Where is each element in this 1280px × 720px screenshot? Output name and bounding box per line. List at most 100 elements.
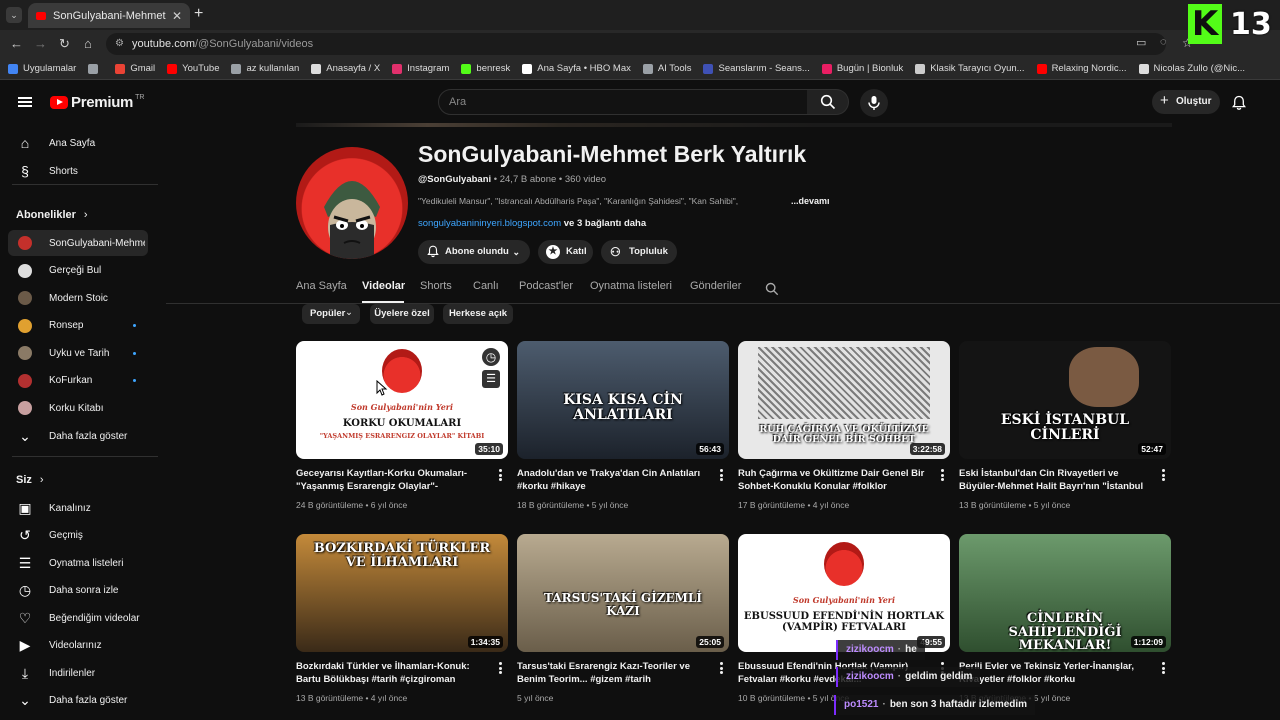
more-actions-icon[interactable]	[720, 662, 723, 674]
video-title[interactable]: Ruh Çağırma ve Okültizme Dair Genel Bir …	[738, 467, 928, 494]
channel-link-url[interactable]: songulyabanininyeri.blogspot.com	[418, 218, 561, 229]
video-thumbnail[interactable]: BOZKIRDAKİ TÜRKLER VE İLHAMLARI 1:34:35	[296, 534, 508, 652]
video-thumbnail[interactable]: RUH ÇAĞIRMA VE OKÜLTİZME DAİR GENEL BİR …	[738, 341, 950, 459]
video-title[interactable]: Anadolu'dan ve Trakya'dan Cin Anlatıları…	[517, 467, 707, 493]
bookmark-item[interactable]: YouTube	[167, 63, 219, 74]
more-actions-icon[interactable]	[720, 469, 723, 481]
sidebar-item[interactable]: ↺ Geçmiş	[8, 523, 148, 549]
url-input[interactable]: ⚙ youtube.com/@SonGulyabani/videos	[106, 33, 1166, 55]
video-card[interactable]: KISA KISA CİN ANLATILARI 56:43 Anadolu'dan…	[517, 341, 729, 510]
sidebar-item[interactable]: KoFurkan	[8, 368, 148, 394]
video-title[interactable]: Perili Evler ve Tekinsiz Yerler-İnanışla…	[959, 660, 1149, 686]
bookmark-item[interactable]: Instagram	[392, 63, 449, 74]
watch-later-hover-icon[interactable]: ◷	[482, 348, 500, 366]
reload-icon[interactable]: ↻	[59, 36, 70, 52]
more-actions-icon[interactable]	[941, 469, 944, 481]
cast-icon[interactable]: ▭	[1136, 36, 1146, 49]
site-info-icon[interactable]: ⚙	[115, 33, 124, 55]
close-tab-icon[interactable]: ✕	[172, 9, 182, 23]
join-button[interactable]: ★ Katıl	[538, 240, 593, 264]
you-heading[interactable]: Siz ›	[16, 474, 44, 486]
bookmark-item[interactable]: Nicolas Zullo (@Nic...	[1138, 63, 1245, 74]
search-input[interactable]: Ara	[438, 89, 808, 115]
video-card[interactable]: CİNLERİN SAHİPLENDİĞİ MEKANLAR! 1:12:09 Pe…	[959, 534, 1171, 703]
more-actions-icon[interactable]	[499, 469, 502, 481]
channel-tab[interactable]: Oynatma listeleri	[590, 280, 672, 292]
video-card[interactable]: Son Gulyabani'nin Yeri EBUSSUUD EFENDİ'Nİ…	[738, 534, 950, 703]
video-card[interactable]: RUH ÇAĞIRMA VE OKÜLTİZME DAİR GENEL BİR …	[738, 341, 950, 510]
sidebar-item[interactable]: Modern Stoic	[8, 285, 148, 311]
filter-chip[interactable]: Üyelere özel	[370, 304, 434, 324]
video-title[interactable]: Geceyarısı Kayıtları-Korku Okumaları-"Ya…	[296, 467, 486, 494]
sidebar-item[interactable]: ☰ Oynatma listeleri	[8, 550, 148, 576]
home-browser-icon[interactable]: ⌂	[84, 36, 92, 51]
channel-link-more[interactable]: ve 3 bağlantı daha	[561, 218, 646, 229]
channel-tab[interactable]: Podcast'ler	[519, 280, 573, 292]
sidebar-item[interactable]: ♡ Beğendiğim videolar	[8, 605, 148, 631]
bookmark-item[interactable]: Gmail	[115, 63, 155, 74]
search-button[interactable]	[807, 89, 849, 115]
filter-chip[interactable]: Herkese açık	[443, 304, 513, 324]
sidebar-item[interactable]: ▣ Kanalınız	[8, 495, 148, 521]
description-more-link[interactable]: ...devamı	[791, 196, 830, 206]
channel-tab[interactable]: Shorts	[420, 280, 452, 292]
video-thumbnail[interactable]: Son Gulyabani'nin Yeri KORKU OKUMALARI "YA…	[296, 341, 508, 459]
youtube-premium-logo[interactable]: Premium TR	[50, 94, 144, 111]
video-thumbnail[interactable]: CİNLERİN SAHİPLENDİĞİ MEKANLAR! 1:12:09	[959, 534, 1171, 652]
bookmark-item[interactable]: benresk	[461, 63, 510, 74]
bookmark-item[interactable]: Bugün | Bionluk	[821, 63, 903, 74]
bookmark-item[interactable]: AI Tools	[642, 63, 691, 74]
video-thumbnail[interactable]: KISA KISA CİN ANLATILARI 56:43	[517, 341, 729, 459]
video-title[interactable]: Bozkırdaki Türkler ve İlhamları-Konuk: B…	[296, 660, 486, 686]
bookmark-item[interactable]	[88, 63, 103, 74]
sidebar-item[interactable]: ⌄ Daha fazla göster	[8, 423, 148, 449]
more-actions-icon[interactable]	[1162, 469, 1165, 481]
voice-search-button[interactable]	[860, 89, 888, 117]
video-card[interactable]: ESKİ İSTANBUL CİNLERİ 52:47 Eski İstanbul'…	[959, 341, 1171, 510]
subscriptions-heading[interactable]: Abonelikler ›	[16, 209, 88, 221]
video-thumbnail[interactable]: Son Gulyabani'nin Yeri EBUSSUUD EFENDİ'Nİ…	[738, 534, 950, 652]
sidebar-item[interactable]: SonGulyabani-Mehmet...	[8, 230, 148, 256]
sidebar-item[interactable]: Gerçeği Bul	[8, 258, 148, 284]
video-card[interactable]: TARSUS'TAKİ GİZEMLİ KAZI 25:05 Tarsus'taki…	[517, 534, 729, 703]
browser-tab-active[interactable]: SonGulyabani-Mehmet Berk Yal ✕	[28, 3, 190, 28]
sidebar-item[interactable]: ◷ Daha sonra izle	[8, 578, 148, 604]
sidebar-item[interactable]: ⌂ Ana Sayfa	[8, 130, 148, 156]
video-title[interactable]: Eski İstanbul'dan Cin Rivayetleri ve Büy…	[959, 467, 1149, 494]
video-thumbnail[interactable]: ESKİ İSTANBUL CİNLERİ 52:47	[959, 341, 1171, 459]
channel-description[interactable]: "Yedikuleli Mansur", "Istrancalı Abdülha…	[418, 196, 738, 206]
channel-tab[interactable]: Gönderiler	[690, 280, 741, 292]
tab-search-button[interactable]: ⌄	[6, 7, 22, 23]
more-actions-icon[interactable]	[499, 662, 502, 674]
bookmark-item[interactable]: Ana Sayfa • HBO Max	[522, 63, 631, 74]
sidebar-item[interactable]: ⌄ Daha fazla göster	[8, 688, 148, 714]
channel-tab[interactable]: Canlı	[473, 280, 499, 292]
bookmark-item[interactable]: Seanslarım - Seans...	[703, 63, 810, 74]
new-tab-icon[interactable]: +	[194, 5, 203, 23]
channel-tab[interactable]: Videolar	[362, 280, 405, 292]
channel-links[interactable]: songulyabanininyeri.blogspot.com ve 3 ba…	[418, 218, 646, 229]
sidebar-item[interactable]: ⤓ İndirilenler	[8, 660, 148, 686]
channel-avatar[interactable]	[296, 147, 408, 259]
channel-search-icon[interactable]	[765, 282, 779, 296]
sidebar-item[interactable]: Uyku ve Tarih	[8, 340, 148, 366]
video-title[interactable]: Tarsus'taki Esrarengiz Kazı-Teoriler ve …	[517, 660, 707, 686]
video-thumbnail[interactable]: TARSUS'TAKİ GİZEMLİ KAZI 25:05	[517, 534, 729, 652]
video-card[interactable]: BOZKIRDAKİ TÜRKLER VE İLHAMLARI 1:34:35 Bo…	[296, 534, 508, 703]
bookmark-item[interactable]: Klasik Tarayıcı Oyun...	[915, 63, 1025, 74]
community-button[interactable]: ⚇ Topluluk	[601, 240, 677, 264]
forward-icon[interactable]: →	[34, 36, 47, 51]
eye-off-icon[interactable]: ◌	[1160, 36, 1167, 48]
sidebar-item[interactable]: ▶ Videolarınız	[8, 633, 148, 659]
notifications-bell-icon[interactable]	[1232, 95, 1246, 111]
add-to-queue-hover-icon[interactable]: ☰	[482, 370, 500, 388]
menu-icon[interactable]	[18, 97, 32, 107]
bookmark-item[interactable]: Uygulamalar	[8, 63, 76, 74]
create-button[interactable]: Oluştur	[1152, 89, 1220, 114]
video-card[interactable]: Son Gulyabani'nin Yeri KORKU OKUMALARI "YA…	[296, 341, 508, 510]
more-actions-icon[interactable]	[1162, 662, 1165, 674]
filter-chip[interactable]: Popüler ⌄	[302, 304, 360, 324]
sidebar-item[interactable]: Korku Kitabı	[8, 395, 148, 421]
back-icon[interactable]: ←	[10, 36, 23, 51]
sidebar-item[interactable]: § Shorts	[8, 158, 148, 184]
